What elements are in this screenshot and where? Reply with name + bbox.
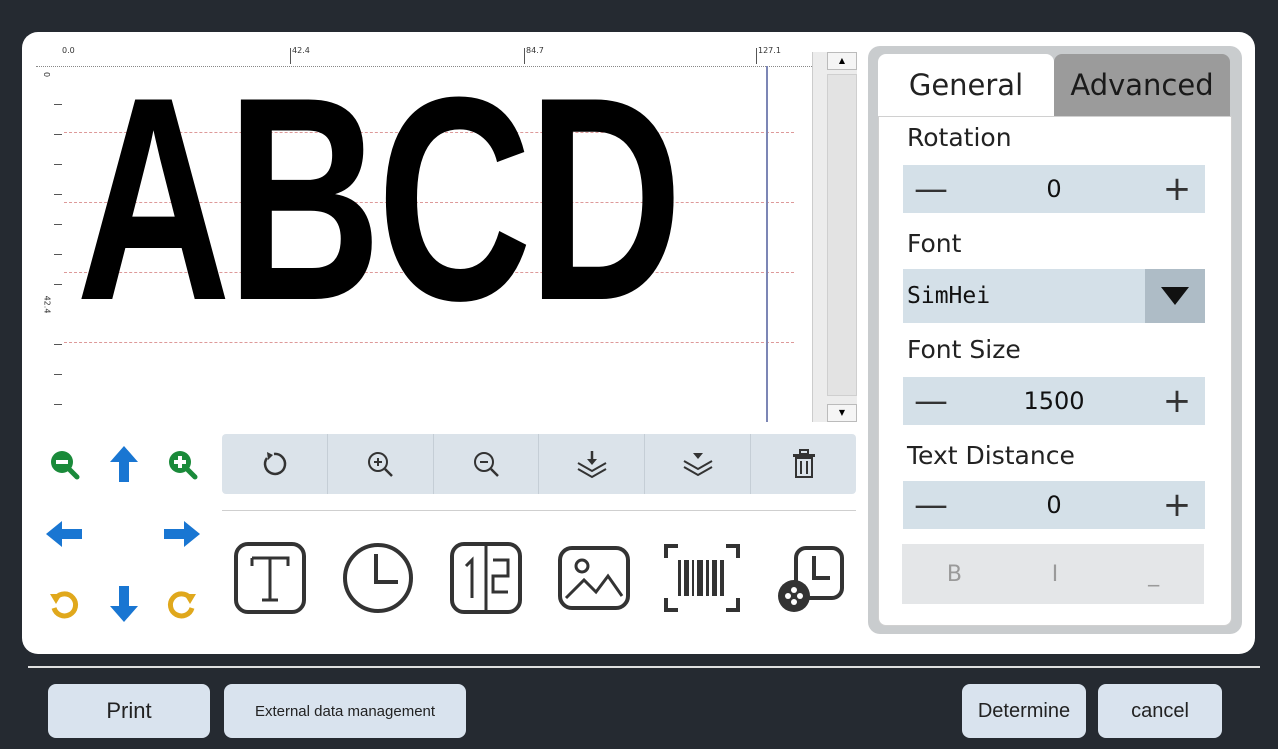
ruler-left: 0 42.4 xyxy=(36,44,64,422)
layer-down-icon xyxy=(577,451,607,479)
font-size-increment-button[interactable]: + xyxy=(1149,377,1205,425)
rotate-icon xyxy=(264,452,287,476)
design-canvas[interactable]: 0.0 42.4 84.7 127.1 0 42.4 ABCD ▲ ▼ xyxy=(36,44,858,422)
bold-button[interactable]: B xyxy=(947,562,962,587)
ruler-left-label: 0 xyxy=(42,71,52,78)
canvas-text-object[interactable]: ABCD xyxy=(76,54,683,344)
insert-toolbar xyxy=(230,536,850,620)
text-distance-label: Text Distance xyxy=(907,441,1075,470)
layer-down-button[interactable] xyxy=(539,434,646,494)
zoom-out-button[interactable] xyxy=(434,434,540,494)
insert-serial-number-button[interactable] xyxy=(446,536,526,620)
canvas-boundary-line xyxy=(766,66,768,422)
rotation-decrement-button[interactable]: — xyxy=(903,165,959,213)
font-label: Font xyxy=(907,229,962,258)
determine-button[interactable]: Determine xyxy=(962,684,1086,738)
bottom-divider xyxy=(28,666,1260,668)
font-select[interactable]: SimHei xyxy=(903,269,1205,323)
rotate-right-icon[interactable] xyxy=(162,584,202,624)
font-size-decrement-button[interactable]: — xyxy=(903,377,959,425)
rotation-value[interactable]: 0 xyxy=(959,175,1149,203)
barcode-icon xyxy=(664,544,740,612)
text-icon xyxy=(234,542,306,614)
zoom-out-icon xyxy=(474,452,499,477)
rotate-button[interactable] xyxy=(222,434,328,494)
edit-toolbar xyxy=(222,434,856,494)
serial-number-icon xyxy=(450,542,522,614)
insert-barcode-button[interactable] xyxy=(662,536,742,620)
italic-button[interactable]: I xyxy=(1052,562,1059,587)
move-right-icon[interactable] xyxy=(162,514,202,554)
font-select-value: SimHei xyxy=(907,283,991,309)
print-button[interactable]: Print xyxy=(48,684,210,738)
zoom-in-icon xyxy=(368,452,394,477)
date-time-icon xyxy=(778,546,844,612)
zoom-in-icon[interactable] xyxy=(162,444,202,484)
toolbar-divider xyxy=(222,510,856,511)
rotate-left-icon[interactable] xyxy=(44,584,84,624)
text-distance-increment-button[interactable]: + xyxy=(1149,481,1205,529)
ruler-top-label: 127.1 xyxy=(758,46,781,55)
insert-date-time-button[interactable] xyxy=(770,536,850,620)
image-icon xyxy=(558,546,630,610)
vertical-scrollbar[interactable]: ▲ ▼ xyxy=(812,52,857,422)
external-data-button[interactable]: External data management xyxy=(224,684,466,738)
text-distance-decrement-button[interactable]: — xyxy=(903,481,959,529)
trash-icon xyxy=(792,449,815,478)
clock-icon xyxy=(343,543,413,613)
chevron-down-icon[interactable] xyxy=(1145,269,1205,323)
text-distance-stepper: — 0 + xyxy=(903,481,1205,529)
zoom-out-icon[interactable] xyxy=(44,444,84,484)
move-down-icon[interactable] xyxy=(104,584,144,624)
tab-advanced[interactable]: Advanced xyxy=(1054,54,1230,116)
move-up-icon[interactable] xyxy=(104,444,144,484)
move-left-icon[interactable] xyxy=(44,514,84,554)
text-distance-value[interactable]: 0 xyxy=(959,491,1149,519)
rotation-label: Rotation xyxy=(907,123,1012,152)
property-panel: General Advanced Rotation — 0 + Font Sim… xyxy=(868,46,1242,634)
ruler-left-label: 42.4 xyxy=(42,295,52,314)
layer-up-button[interactable] xyxy=(645,434,752,494)
text-style-row: B I _ xyxy=(902,544,1204,604)
zoom-in-button[interactable] xyxy=(328,434,434,494)
font-size-label: Font Size xyxy=(907,335,1021,364)
cancel-button[interactable]: cancel xyxy=(1098,684,1222,738)
font-size-value[interactable]: 1500 xyxy=(959,387,1149,415)
layer-up-icon xyxy=(683,453,713,477)
delete-button[interactable] xyxy=(751,434,856,494)
app-screen: 0.0 42.4 84.7 127.1 0 42.4 ABCD ▲ ▼ Gene… xyxy=(0,0,1278,749)
rotation-increment-button[interactable]: + xyxy=(1149,165,1205,213)
ruler-major-tick xyxy=(756,48,757,64)
insert-image-button[interactable] xyxy=(554,536,634,620)
scroll-down-button[interactable]: ▼ xyxy=(827,404,857,422)
insert-text-button[interactable] xyxy=(230,536,310,620)
font-size-stepper: — 1500 + xyxy=(903,377,1205,425)
scroll-thumb[interactable] xyxy=(827,74,857,396)
tab-general[interactable]: General xyxy=(878,54,1054,116)
scroll-up-button[interactable]: ▲ xyxy=(827,52,857,70)
rotation-stepper: — 0 + xyxy=(903,165,1205,213)
underline-button[interactable]: _ xyxy=(1148,562,1159,587)
insert-clock-button[interactable] xyxy=(338,536,418,620)
